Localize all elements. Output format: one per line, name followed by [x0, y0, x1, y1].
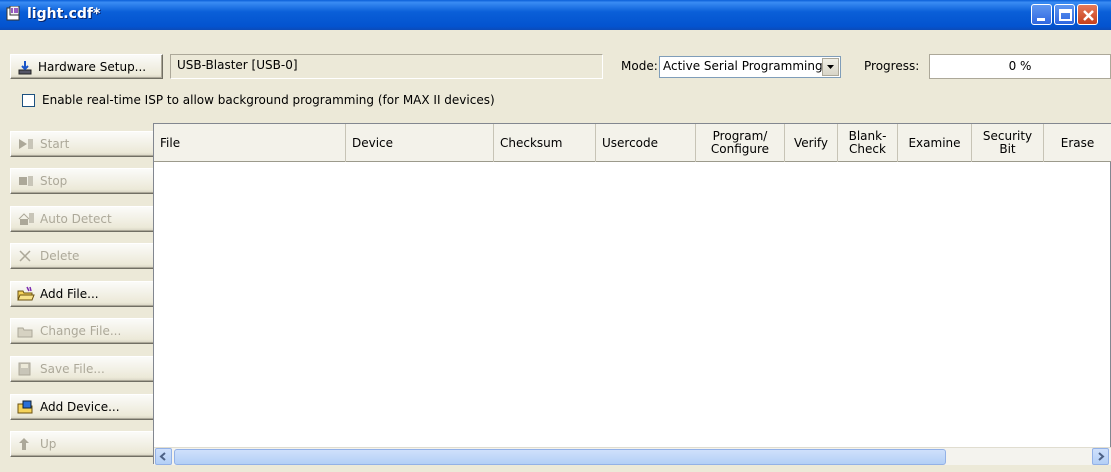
scroll-thumb[interactable] [174, 449, 946, 465]
progress-label: Progress: [864, 59, 920, 73]
column-header-blank-check[interactable]: Blank- Check [838, 124, 898, 162]
hardware-setup-label: Hardware Setup... [38, 59, 147, 74]
window-title: light.cdf* [27, 6, 101, 22]
change-file-icon [17, 327, 33, 338]
column-header-file[interactable]: File [154, 124, 346, 162]
change-file-label: Change File... [40, 324, 122, 338]
up-icon [19, 438, 29, 450]
column-header-checksum[interactable]: Checksum [494, 124, 596, 162]
start-label: Start [40, 137, 70, 151]
device-chain-table[interactable]: File Device Checksum Usercode Program/Co… [153, 123, 1111, 465]
hardware-setup-button[interactable]: Hardware Setup... [10, 54, 163, 79]
scroll-left-button[interactable] [155, 448, 172, 465]
delete-label: Delete [40, 249, 80, 263]
close-button[interactable] [1077, 4, 1098, 25]
add-file-icon [17, 286, 35, 301]
mode-label: Mode: [621, 59, 658, 73]
isp-label: Enable real-time ISP to allow background… [42, 93, 495, 107]
column-header-security-bit[interactable]: Security Bit [972, 124, 1044, 162]
maximize-button[interactable] [1054, 4, 1075, 25]
hardware-field: USB-Blaster [USB-0] [170, 54, 603, 79]
change-file-button[interactable]: Change File... [10, 318, 160, 344]
column-header-usercode[interactable]: Usercode [596, 124, 696, 162]
maximize-icon [1059, 9, 1072, 21]
table-header: File Device Checksum Usercode Program/Co… [154, 124, 1111, 162]
column-header-examine[interactable]: Examine [898, 124, 972, 162]
isp-checkbox[interactable] [22, 94, 35, 107]
delete-icon [19, 250, 31, 262]
chevron-left-icon [159, 452, 166, 461]
minimize-icon [1037, 18, 1045, 21]
quartus-app-icon [6, 6, 20, 21]
hardware-setup-icon [18, 60, 32, 74]
column-header-device[interactable]: Device [346, 124, 494, 162]
auto-detect-label: Auto Detect [40, 212, 112, 226]
horizontal-scrollbar[interactable] [154, 447, 1111, 465]
close-icon [1083, 10, 1094, 21]
mode-select[interactable]: Active Serial Programming [659, 56, 841, 78]
column-header-erase[interactable]: Erase [1044, 124, 1111, 162]
column-header-program-configure[interactable]: Program/Configure [696, 124, 785, 162]
start-button[interactable]: Start [10, 131, 160, 157]
add-device-label: Add Device... [40, 400, 120, 414]
stop-button[interactable]: Stop [10, 168, 160, 194]
scroll-right-button[interactable] [1092, 448, 1109, 465]
delete-button[interactable]: Delete [10, 243, 160, 269]
chevron-right-icon [1098, 452, 1105, 461]
auto-detect-icon [18, 213, 34, 225]
dropdown-arrow-icon[interactable] [822, 58, 839, 76]
save-file-label: Save File... [40, 362, 105, 376]
stop-icon [19, 176, 33, 186]
up-label: Up [40, 437, 57, 451]
progress-field: 0 % [929, 54, 1111, 79]
save-file-icon [18, 362, 31, 376]
up-button[interactable]: Up [10, 431, 160, 457]
start-icon [19, 139, 33, 149]
mode-value: Active Serial Programming [663, 59, 823, 73]
column-header-verify[interactable]: Verify [785, 124, 838, 162]
add-file-label: Add File... [40, 287, 99, 301]
add-device-icon [17, 400, 33, 414]
save-file-button[interactable]: Save File... [10, 356, 160, 382]
add-file-button[interactable]: Add File... [10, 281, 160, 307]
add-device-button[interactable]: Add Device... [10, 394, 160, 420]
stop-label: Stop [40, 174, 68, 188]
auto-detect-button[interactable]: Auto Detect [10, 206, 160, 232]
minimize-button[interactable] [1031, 4, 1052, 25]
title-bar: light.cdf* [0, 0, 1111, 30]
